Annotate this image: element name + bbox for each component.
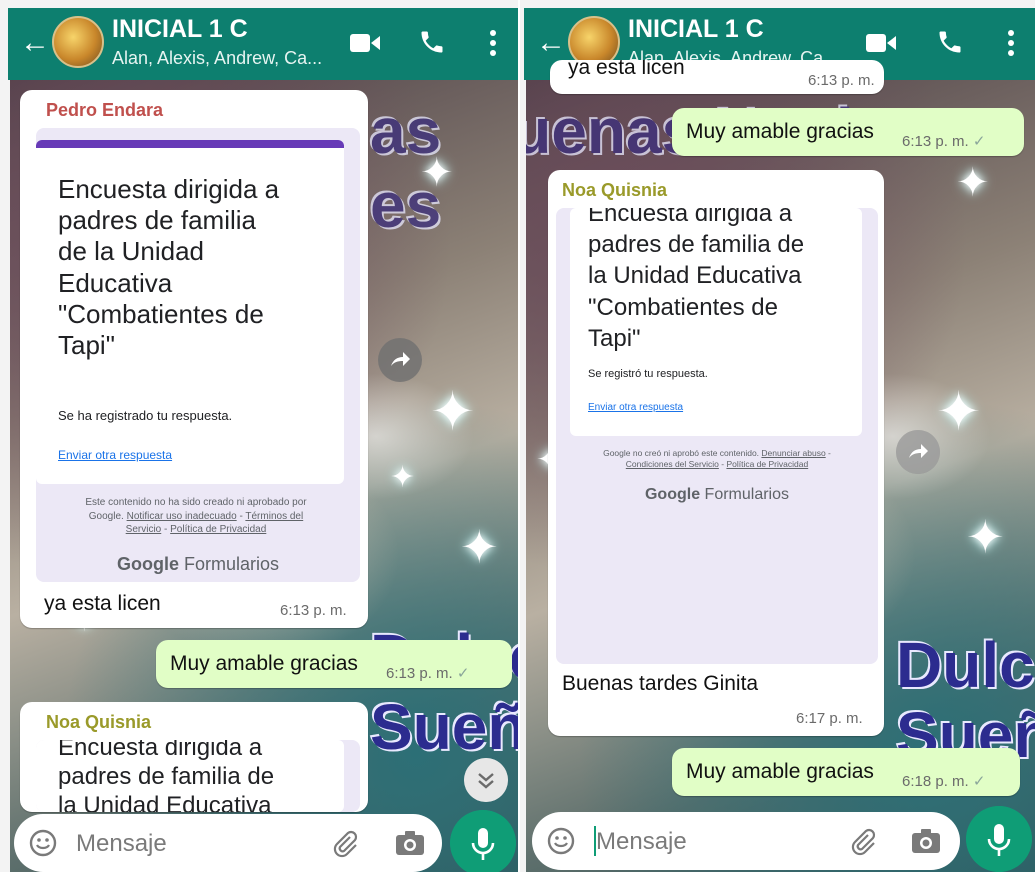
chat-screen-right: Buenas Noches Dulces Sueños ✦ ✦ ✦ ✦ ← IN… [520, 0, 1035, 872]
wallpaper-text-bottom-2: Sueños [370, 691, 518, 763]
group-avatar[interactable] [52, 16, 104, 68]
sparkle-decoration: ✦ [430, 382, 476, 442]
message-sender[interactable]: Noa Quisnia [562, 180, 667, 201]
message-text: Buenas tardes Ginita [562, 672, 759, 695]
form-title: Encuesta dirigida a padres de familia de… [58, 174, 280, 360]
terms-link[interactable]: Condiciones del Servicio [626, 459, 719, 469]
sparkle-decoration: ✦ [390, 461, 416, 494]
message-text: ya esta licen [44, 592, 161, 615]
microphone-icon[interactable] [966, 806, 1032, 872]
chat-participants[interactable]: Alan, Alexis, Andrew, Ca... [112, 48, 322, 69]
message-time: 6:13 p. m. ✓ [902, 133, 986, 150]
message-bubble-outgoing[interactable]: Muy amable gracias 6:13 p. m. ✓ [156, 640, 512, 688]
form-another-response-link[interactable]: Enviar otra respuesta [588, 402, 683, 413]
form-response-card: Encuesta dirigida a padres de familia de… [570, 208, 862, 436]
form-confirmation: Se ha registrado tu respuesta. [58, 408, 233, 423]
privacy-link[interactable]: Política de Privacidad [726, 459, 808, 469]
google-forms-logo: Google Formularios [644, 486, 790, 503]
message-text: Muy amable gracias [686, 760, 874, 783]
scroll-down-icon[interactable] [464, 758, 508, 802]
form-response-card: Encuesta dirigida a padres de familia de… [36, 740, 344, 812]
phone-icon[interactable] [418, 28, 446, 56]
google-forms-logo: Google Formularios [116, 554, 280, 574]
report-abuse-link[interactable]: Denunciar abuso [761, 448, 825, 458]
message-time: 6:13 p. m. [808, 72, 875, 89]
form-preview[interactable]: Encuesta dirigida a padres de familia de… [36, 128, 360, 582]
form-preview[interactable]: Encuesta dirigida a padres de familia de… [36, 740, 360, 812]
arrow-left-icon[interactable]: ← [20, 28, 50, 58]
message-bubble-incoming[interactable]: Pedro Endara Encuesta dirigida a padres … [20, 90, 368, 628]
report-abuse-link[interactable]: Notificar uso inadecuado [127, 511, 237, 522]
emoji-icon[interactable] [546, 826, 576, 856]
sparkle-decoration: ✦ [966, 511, 1005, 563]
message-bubble-incoming[interactable]: Noa Quisnia Encuesta dirigida a padres d… [20, 702, 368, 812]
form-disclaimer: Este contenido no ha sido creado ni apro… [85, 497, 307, 535]
form-accent-bar [36, 140, 344, 148]
message-input-bar[interactable]: Mensaje [532, 812, 960, 870]
chat-screen-left: Buenas Noches Dulces Sueños ✦ ✦ ✦ ✦ ✦ ← … [0, 0, 518, 872]
sparkle-decoration: ✦ [956, 161, 990, 205]
arrow-left-icon[interactable]: ← [536, 28, 566, 58]
message-time: 6:18 p. m. ✓ [902, 773, 986, 790]
camera-icon[interactable] [910, 826, 942, 856]
camera-icon[interactable] [394, 828, 426, 858]
more-vertical-icon[interactable] [488, 28, 498, 58]
terms-link[interactable]: Términos del [245, 511, 303, 522]
message-bubble-incoming[interactable]: Noa Quisnia Encuesta dirigida a padres d… [548, 170, 884, 736]
more-vertical-icon[interactable] [1006, 28, 1016, 58]
message-input[interactable]: Mensaje [76, 830, 167, 858]
chat-header: ← INICIAL 1 C Alan, Alexis, Andrew, Ca..… [8, 8, 518, 80]
message-sender[interactable]: Noa Quisnia [46, 712, 151, 733]
message-time: 6:13 p. m. ✓ [386, 665, 470, 682]
privacy-link[interactable]: Política de Privacidad [170, 524, 266, 535]
form-preview[interactable]: Encuesta dirigida a padres de familia de… [556, 208, 878, 664]
paperclip-icon[interactable] [330, 828, 360, 858]
message-text: ya esta licen [568, 60, 685, 79]
wallpaper-text-bottom: Dulces [896, 629, 1035, 701]
form-another-response-link[interactable]: Enviar otra respuesta [58, 448, 172, 462]
sent-check-icon: ✓ [972, 773, 986, 790]
sparkle-decoration: ✦ [420, 151, 454, 195]
message-time: 6:13 p. m. [280, 602, 347, 619]
video-camera-icon[interactable] [350, 32, 380, 54]
sparkle-decoration: ✦ [936, 382, 982, 442]
form-title: Encuesta dirigida a padres de familia de… [588, 208, 805, 352]
phone-icon[interactable] [936, 28, 964, 56]
form-disclaimer: Google no creó ni aprobó este contenido.… [603, 448, 831, 470]
paperclip-icon[interactable] [848, 826, 878, 856]
video-camera-icon[interactable] [866, 32, 896, 54]
form-title: Encuesta dirigida a padres de familia de… [58, 740, 275, 812]
message-input[interactable]: Mensaje [596, 828, 687, 856]
message-text: Muy amable gracias [686, 120, 874, 143]
message-text: Muy amable gracias [170, 652, 358, 675]
message-time: 6:17 p. m. [796, 710, 863, 727]
message-input-bar[interactable]: Mensaje [14, 814, 442, 872]
forward-icon[interactable] [896, 430, 940, 474]
message-bubble-incoming[interactable]: ya esta licen 6:13 p. m. [550, 60, 884, 94]
chat-title[interactable]: INICIAL 1 C [628, 15, 764, 44]
forward-icon[interactable] [378, 338, 422, 382]
microphone-icon[interactable] [450, 810, 516, 872]
sparkle-decoration: ✦ [460, 521, 499, 573]
message-bubble-outgoing[interactable]: Muy amable gracias 6:18 p. m. ✓ [672, 748, 1020, 796]
form-confirmation: Se registró tu respuesta. [588, 368, 708, 380]
form-response-card: Encuesta dirigida a padres de familia de… [36, 140, 344, 484]
chat-title[interactable]: INICIAL 1 C [112, 15, 248, 44]
sent-check-icon: ✓ [972, 133, 986, 150]
emoji-icon[interactable] [28, 828, 58, 858]
sent-check-icon: ✓ [456, 665, 470, 682]
message-bubble-outgoing[interactable]: Muy amable gracias 6:13 p. m. ✓ [672, 108, 1024, 156]
message-sender[interactable]: Pedro Endara [46, 100, 163, 121]
